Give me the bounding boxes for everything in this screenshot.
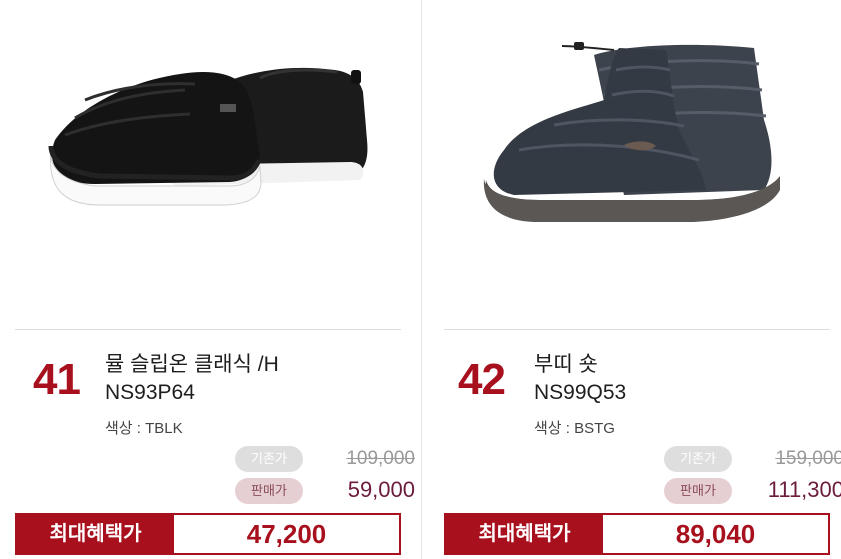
sale-price: 59,000 — [347, 477, 415, 502]
best-price: 89,040 — [675, 519, 756, 549]
puffer-boot-icon — [483, 42, 780, 222]
product-name-line1[interactable]: 부띠 숏 — [534, 353, 598, 376]
product-name[interactable]: 부띠 숏 NS99Q53 — [534, 351, 824, 407]
color-info: 색상 : TBLK — [105, 420, 183, 437]
rank-number: 41 — [33, 355, 81, 404]
color-info: 색상 : BSTG — [534, 420, 615, 437]
best-price-label: 최대혜택가 — [17, 515, 174, 553]
product-card[interactable]: 42 부띠 숏 NS99Q53 색상 : BSTG 기존가 159,000 판매… — [444, 0, 841, 559]
product-name[interactable]: 뮬 슬립온 클래식 /H NS93P64 — [105, 351, 395, 407]
product-model-code[interactable]: NS99Q53 — [534, 379, 824, 407]
image-separator — [15, 329, 401, 330]
slip-on-shoe-icon — [48, 67, 368, 206]
slip-on-shoe-image[interactable] — [15, 0, 401, 330]
image-separator — [444, 329, 830, 330]
best-price-box: 최대혜택가 89,040 — [444, 513, 830, 555]
base-price: 109,000 — [346, 448, 415, 469]
sale-price-badge: 판매가 — [235, 478, 303, 504]
best-price-label: 최대혜택가 — [446, 515, 603, 553]
base-price: 159,000 — [775, 448, 841, 469]
product-model-code[interactable]: NS93P64 — [105, 379, 395, 407]
product-card[interactable]: 41 뮬 슬립온 클래식 /H NS93P64 색상 : TBLK 기존가 10… — [15, 0, 415, 559]
best-price-box: 최대혜택가 47,200 — [15, 513, 401, 555]
sale-price: 111,300 — [767, 477, 841, 502]
sale-price-badge: 판매가 — [664, 478, 732, 504]
puffer-boot-image[interactable] — [444, 0, 830, 330]
rank-number: 42 — [458, 355, 506, 404]
product-name-line1[interactable]: 뮬 슬립온 클래식 /H — [105, 353, 279, 376]
base-price-badge: 기존가 — [664, 446, 732, 472]
best-price: 47,200 — [246, 519, 327, 549]
column-divider — [421, 0, 422, 559]
base-price-badge: 기존가 — [235, 446, 303, 472]
